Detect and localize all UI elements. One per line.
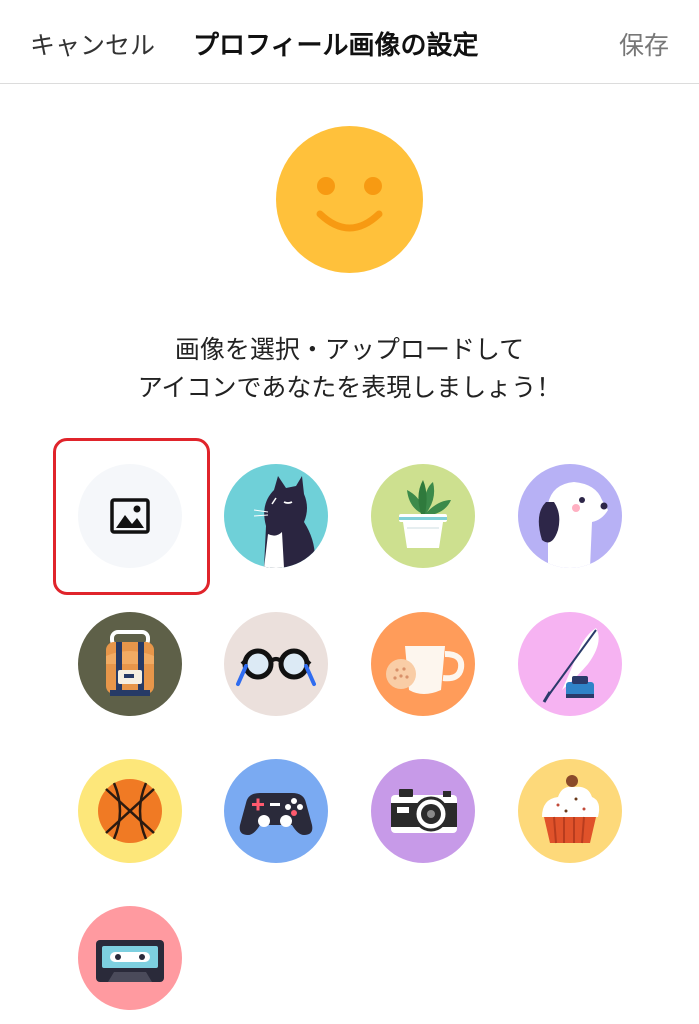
coffee-cup-icon — [371, 612, 475, 716]
avatar-grid — [0, 0, 699, 1024]
avatar-option-quill[interactable] — [518, 612, 622, 716]
avatar-option-glasses[interactable] — [224, 612, 328, 716]
avatar-option-plant[interactable] — [371, 464, 475, 568]
glasses-icon — [224, 612, 328, 716]
cassette-tape-icon — [78, 906, 182, 1010]
quill-ink-icon — [518, 612, 622, 716]
avatar-option-coffee-cup[interactable] — [371, 612, 475, 716]
upload-image-button[interactable] — [78, 464, 182, 568]
camera-icon — [371, 759, 475, 863]
avatar-option-basketball[interactable] — [78, 759, 182, 863]
avatar-option-backpack[interactable] — [78, 612, 182, 716]
plant-icon — [371, 464, 475, 568]
avatar-option-cupcake[interactable] — [518, 759, 622, 863]
cat-icon — [224, 464, 328, 568]
avatar-option-cat[interactable] — [224, 464, 328, 568]
image-upload-icon — [110, 498, 150, 534]
avatar-option-dog[interactable] — [518, 464, 622, 568]
avatar-option-camera[interactable] — [371, 759, 475, 863]
dog-icon — [518, 464, 622, 568]
basketball-icon — [78, 759, 182, 863]
avatar-option-game-controller[interactable] — [224, 759, 328, 863]
backpack-icon — [78, 612, 182, 716]
avatar-option-cassette[interactable] — [78, 906, 182, 1010]
cupcake-icon — [518, 759, 622, 863]
game-controller-icon — [224, 759, 328, 863]
